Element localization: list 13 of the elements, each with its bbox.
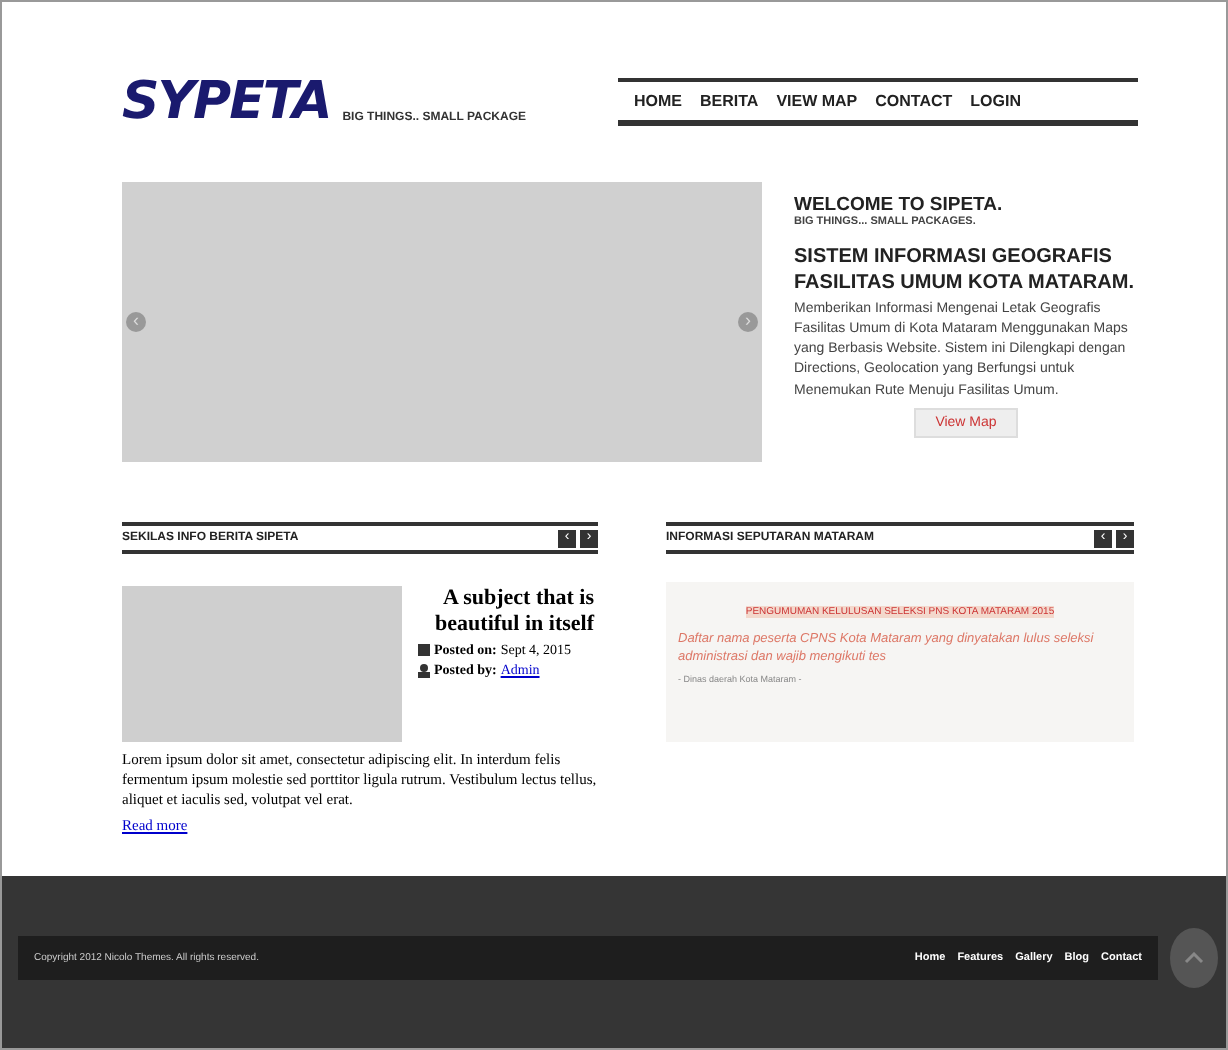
user-icon xyxy=(418,663,430,678)
site-logo: SYPETA xyxy=(122,72,331,132)
welcome-title: WELCOME TO SIPETA. xyxy=(794,194,1005,216)
post-title[interactable]: A subject that is beautiful in itself xyxy=(418,586,594,639)
nav-link[interactable]: BERITA xyxy=(700,92,759,110)
nav-link[interactable]: CONTACT xyxy=(875,92,953,110)
chevron-up-icon xyxy=(1184,952,1204,964)
calendar-icon xyxy=(418,644,430,657)
nav-link[interactable]: LOGIN xyxy=(970,92,1021,110)
scroll-top-button[interactable] xyxy=(1170,928,1218,988)
welcome-heading: SISTEM INFORMASI GEOGRAFIS FASILITAS UMUM KOTA MATARAM. xyxy=(794,244,1136,296)
nav-link[interactable]: HOME xyxy=(634,92,682,110)
nav-link[interactable]: VIEW MAP xyxy=(776,92,858,110)
